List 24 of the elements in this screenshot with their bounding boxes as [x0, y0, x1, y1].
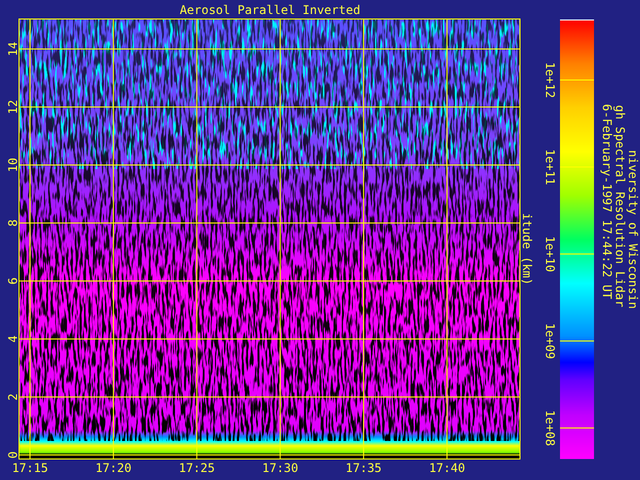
axis-tick-label: 6 [6, 277, 20, 285]
axis-tick-label: 17:30 [262, 461, 298, 475]
axis-tick-label: 17:20 [95, 461, 132, 475]
axis-tick-label: 2 [6, 393, 20, 401]
caption-line: 6-February-1997 17:44:22 UT [600, 104, 614, 300]
axis-tick-label: 17:15 [12, 461, 48, 475]
color-scale-label: 1e+11 [543, 148, 557, 186]
axis-tick-label: 0 [6, 451, 20, 459]
chart-title: Aerosol Parallel Inverted [180, 3, 360, 17]
color-scale-label: 1e+08 [543, 410, 557, 446]
caption-line: gh Spectral Resolution Lidar [613, 105, 627, 308]
axis-tick-label: 4 [6, 335, 20, 343]
axis-title: itude (km) [520, 213, 534, 286]
color-scale-label: 1e+12 [543, 62, 557, 98]
color-scale-label: 1e+10 [543, 236, 557, 272]
axis-tick-label: 12 [6, 100, 20, 114]
axis-tick-label: 8 [6, 219, 20, 227]
color-scale-label: 1e+09 [543, 322, 557, 360]
axis-tick-label: 10 [6, 158, 20, 172]
axis-tick-label: 17:25 [178, 461, 215, 475]
axis-tick-label: 17:40 [428, 461, 466, 475]
caption-line: niversity of Wisconsin [626, 150, 640, 309]
axis-tick-label: 14 [6, 42, 20, 56]
axis-tick-label: 17:35 [346, 461, 382, 475]
